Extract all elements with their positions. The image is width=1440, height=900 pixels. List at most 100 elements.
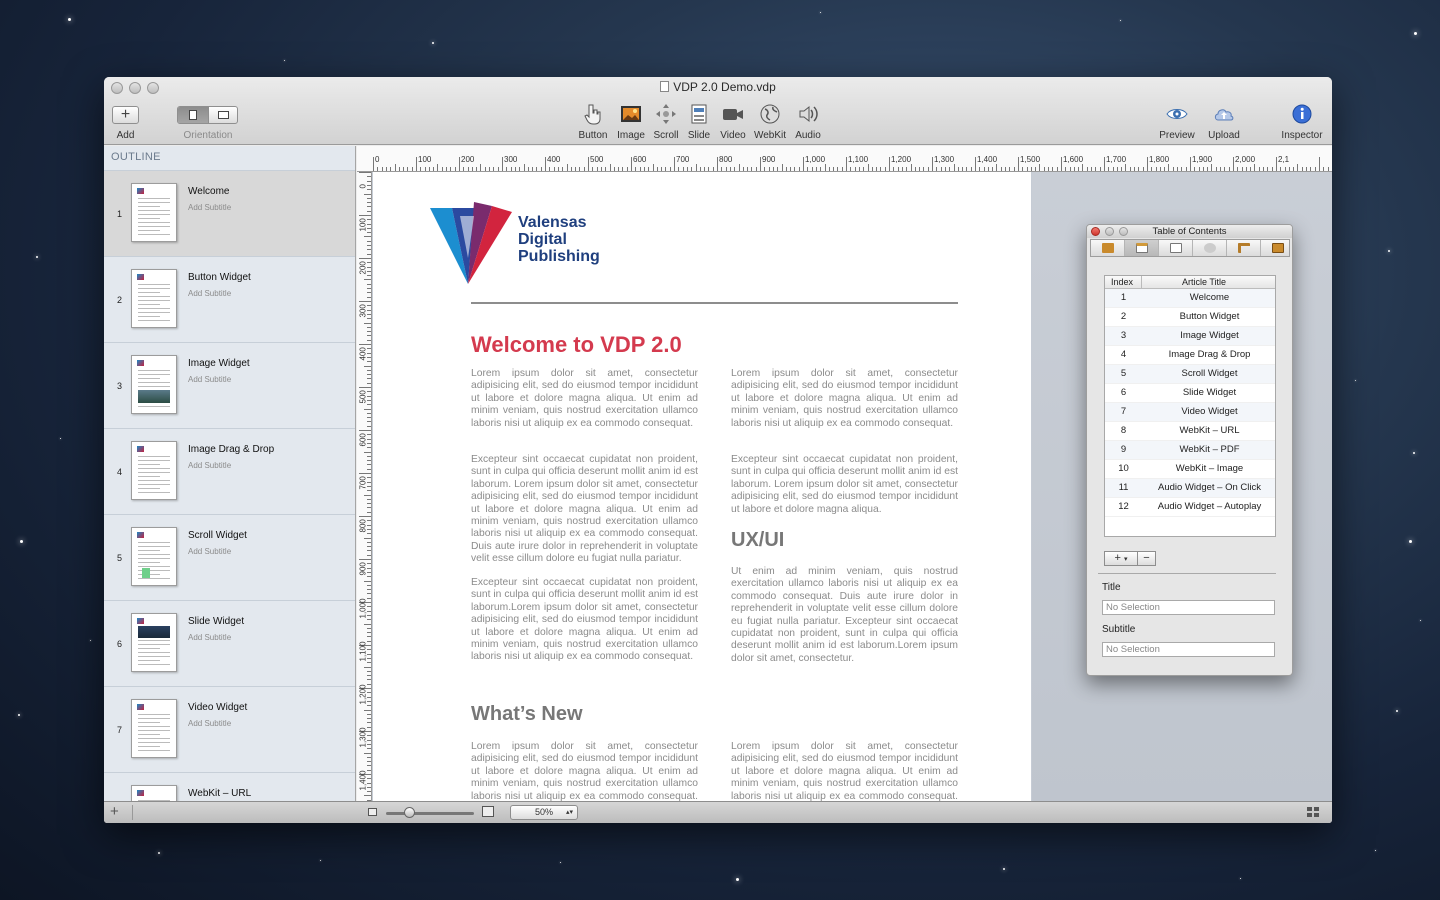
outline-item-title[interactable]: Image Drag & Drop (188, 444, 274, 455)
corner-icon (1238, 243, 1250, 253)
outline-item[interactable]: 4 Image Drag & Drop Add Subtitle (104, 429, 355, 515)
toc-row[interactable]: 11 Audio Widget – On Click (1105, 479, 1275, 498)
toc-row[interactable]: 9 WebKit – PDF (1105, 441, 1275, 460)
toc-row[interactable]: 2 Button Widget (1105, 308, 1275, 327)
toc-add-button[interactable]: + ▾ (1104, 551, 1138, 566)
title-field[interactable]: No Selection (1102, 600, 1275, 615)
title-column-header[interactable]: Article Title (1182, 277, 1226, 287)
ruler-tick (661, 167, 662, 171)
toc-row[interactable]: 3 Image Widget (1105, 327, 1275, 346)
tab-page[interactable] (1159, 240, 1193, 256)
ruler-tick (1181, 167, 1182, 171)
outline-item[interactable]: 6 Slide Widget Add Subtitle (104, 601, 355, 687)
toc-row[interactable]: 6 Slide Widget (1105, 384, 1275, 403)
outline-item-subtitle[interactable]: Add Subtitle (188, 633, 231, 642)
ruler-tick (367, 563, 371, 564)
upload-button[interactable]: Upload (1202, 103, 1246, 141)
landscape-orientation-button[interactable] (208, 107, 237, 123)
outline-item-title[interactable]: Button Widget (188, 272, 251, 283)
toc-row[interactable]: 1 Welcome (1105, 289, 1275, 308)
orientation-control[interactable] (177, 106, 238, 124)
ruler-tick (359, 387, 371, 388)
outline-item[interactable]: 8WebKit – URL (104, 773, 355, 801)
ruler-tick (367, 649, 371, 650)
outline-item[interactable]: 3 Image Widget Add Subtitle (104, 343, 355, 429)
ruler-tick (367, 292, 371, 293)
tab-box[interactable] (1261, 240, 1292, 256)
outline-item-subtitle[interactable]: Add Subtitle (188, 289, 231, 298)
grid-view-icon[interactable] (1307, 807, 1320, 819)
toc-row[interactable]: 5 Scroll Widget (1105, 365, 1275, 384)
inspector-button[interactable]: Inspector (1280, 103, 1324, 141)
toc-row[interactable]: 8 WebKit – URL (1105, 422, 1275, 441)
outline-item-subtitle[interactable]: Add Subtitle (188, 203, 231, 212)
ruler-tick (984, 167, 985, 171)
audio-widget-tool[interactable]: Audio (786, 103, 830, 141)
ruler-tick (519, 167, 520, 171)
outline-item[interactable]: 1 Welcome Add Subtitle (104, 171, 355, 257)
ruler-tick (1285, 167, 1286, 171)
ruler-tick (416, 157, 417, 171)
outline-item-subtitle[interactable]: Add Subtitle (188, 719, 231, 728)
tab-table-of-contents[interactable] (1125, 240, 1159, 256)
tab-corner[interactable] (1227, 240, 1261, 256)
ruler-tick (367, 641, 371, 642)
ruler-label: 600 (358, 433, 368, 447)
toc-row[interactable]: 12 Audio Widget – Autoplay (1105, 498, 1275, 517)
outline-item-title[interactable]: Scroll Widget (188, 530, 247, 541)
ruler-tick (364, 581, 371, 582)
ruler-tick (450, 167, 451, 171)
tab-tools[interactable] (1193, 240, 1227, 256)
outline-item-title[interactable]: Image Widget (188, 358, 250, 369)
add-page-button[interactable]: + (112, 106, 139, 124)
zoom-in-icon[interactable] (482, 806, 494, 817)
outline-item-title[interactable]: Welcome (188, 186, 230, 197)
toc-row[interactable]: 10 WebKit – Image (1105, 460, 1275, 479)
add-page-plus-icon[interactable]: + (110, 804, 119, 820)
page-canvas[interactable]: Valensas Digital Publishing Welcome to V… (373, 172, 1031, 801)
tools-icon (1204, 243, 1216, 253)
index-column-header[interactable]: Index (1111, 277, 1133, 287)
ruler-tick (1087, 167, 1088, 171)
outline-item-title[interactable]: Video Widget (188, 702, 247, 713)
ruler-tick (367, 181, 371, 182)
ruler-tick (367, 241, 371, 242)
toc-row-index: 1 (1120, 292, 1127, 303)
outline-item[interactable]: 2 Button Widget Add Subtitle (104, 257, 355, 343)
ruler-tick (855, 167, 856, 171)
zoom-select[interactable]: 50% ▴▾ (510, 805, 578, 820)
portrait-orientation-button[interactable] (178, 107, 208, 123)
toc-title-bar[interactable]: Table of Contents (1087, 225, 1292, 238)
outline-item-subtitle[interactable]: Add Subtitle (188, 547, 231, 556)
ruler-tick (1091, 167, 1092, 171)
page-thumbnail (131, 527, 177, 586)
page-icon (1170, 243, 1182, 253)
toc-remove-button[interactable]: − (1137, 551, 1156, 566)
ruler-label: 1,300 (934, 155, 955, 164)
ruler-tick (678, 167, 679, 171)
outline-item-subtitle[interactable]: Add Subtitle (188, 375, 231, 384)
ruler-tick (1104, 157, 1105, 171)
zoom-slider-knob[interactable] (404, 807, 415, 818)
eye-icon (1166, 109, 1188, 119)
ruler-tick (377, 167, 378, 171)
ruler-tick (665, 167, 666, 171)
subtitle-field[interactable]: No Selection (1102, 642, 1275, 657)
ruler-tick (359, 301, 371, 302)
zoom-out-icon[interactable] (368, 808, 377, 816)
ruler-tick (367, 305, 371, 306)
preview-button[interactable]: Preview (1155, 103, 1199, 141)
ruler-label: 1,000 (358, 598, 368, 619)
outline-item[interactable]: 5 Scroll Widget Add Subtitle (104, 515, 355, 601)
toc-row[interactable]: 7 Video Widget (1105, 403, 1275, 422)
ruler-label: 1,200 (891, 155, 912, 164)
ruler-tick (1323, 167, 1324, 171)
zoom-slider[interactable] (386, 812, 474, 815)
outline-item-title[interactable]: WebKit – URL (188, 788, 251, 799)
outline-item-subtitle[interactable]: Add Subtitle (188, 461, 231, 470)
outline-item-title[interactable]: Slide Widget (188, 616, 244, 627)
toc-row[interactable]: 4 Image Drag & Drop (1105, 346, 1275, 365)
ruler-tick (1121, 167, 1122, 171)
outline-item[interactable]: 7 Video Widget Add Subtitle (104, 687, 355, 773)
tab-book[interactable] (1091, 240, 1125, 256)
